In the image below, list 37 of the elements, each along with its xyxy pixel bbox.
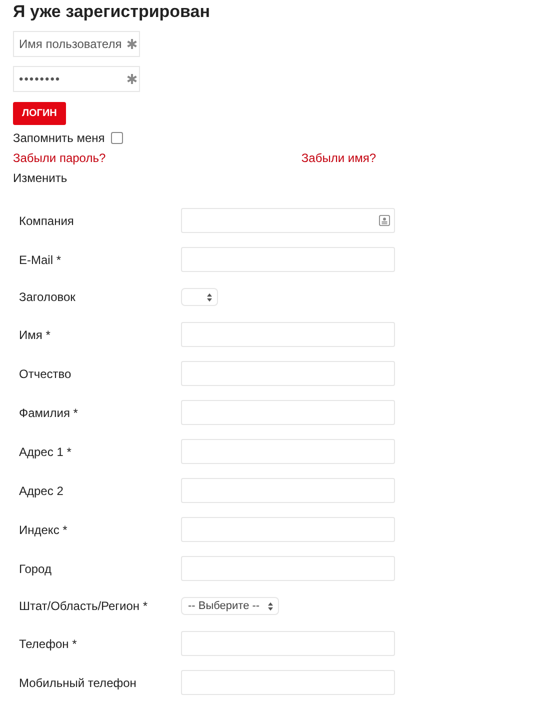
field-label: Отчество	[19, 366, 72, 380]
input-field[interactable]	[181, 208, 395, 233]
input-field[interactable]	[181, 478, 395, 503]
remember-label: Запомнить меня	[13, 131, 105, 145]
select-dropdown[interactable]	[181, 288, 218, 306]
field-label: Заголовок	[19, 290, 76, 304]
field-label: Адрес 1 *	[19, 444, 72, 458]
field-label: Фамилия *	[19, 406, 79, 420]
field-label: Штат/Область/Регион *	[19, 599, 149, 613]
field-label: Индекс *	[19, 522, 68, 536]
field-label: Мобильный телефон	[19, 676, 138, 690]
select-dropdown[interactable]: -- Выберите --	[181, 597, 279, 615]
field-label: Компания	[19, 214, 75, 228]
forgot-username-link[interactable]: Забыли имя?	[301, 151, 376, 165]
input-field[interactable]	[181, 556, 395, 581]
field-label: Телефон *	[19, 636, 78, 650]
input-field[interactable]	[181, 670, 395, 695]
field-label: Город	[19, 562, 52, 576]
field-label: E-Mail *	[19, 252, 62, 266]
input-field[interactable]	[181, 361, 395, 386]
input-field[interactable]	[181, 631, 395, 656]
forgot-password-link[interactable]: Забыли пароль?	[13, 151, 106, 165]
field-label: Адрес 2	[19, 484, 64, 498]
input-field[interactable]	[181, 322, 395, 347]
input-field[interactable]	[181, 517, 395, 542]
field-label: Имя *	[19, 328, 52, 342]
stepper-arrows-icon	[207, 292, 212, 302]
input-field[interactable]	[181, 400, 395, 425]
input-field[interactable]	[181, 439, 395, 464]
section-heading: Я уже зарегистрирован	[13, 1, 211, 22]
username-field[interactable]: Имя пользователя	[13, 31, 140, 57]
password-field[interactable]: ••••••••	[13, 66, 140, 92]
login-button[interactable]: ЛОГИН	[13, 102, 66, 125]
change-link[interactable]: Изменить	[13, 171, 68, 185]
stepper-arrows-icon	[268, 602, 273, 610]
remember-checkbox[interactable]	[110, 132, 123, 144]
input-field[interactable]	[181, 247, 395, 272]
